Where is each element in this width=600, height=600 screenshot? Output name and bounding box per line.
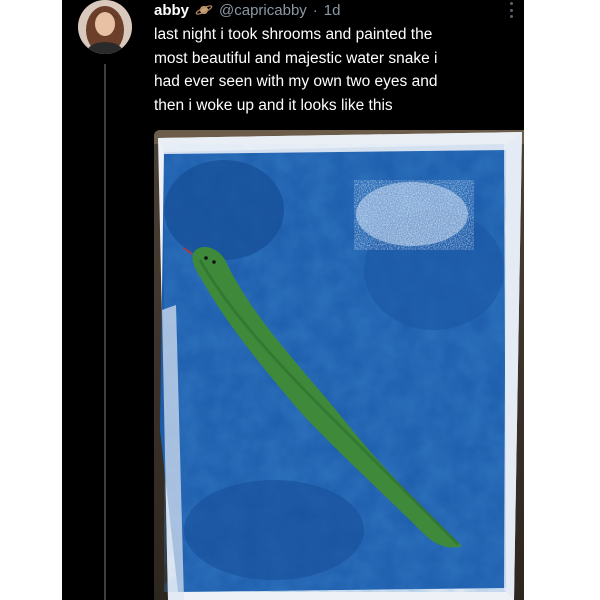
tweet-media-image[interactable] [154, 130, 524, 600]
tweet-card[interactable]: abby @capricabby · 1d last night i took … [62, 0, 524, 600]
tweet-text-line: then i woke up and it looks like this [154, 96, 393, 114]
tweet-text: last night i took shrooms and painted th… [154, 23, 514, 117]
tweet-text-line: last night i took shrooms and painted th… [154, 26, 433, 43]
planet-icon [195, 3, 213, 17]
thread-line [104, 64, 106, 600]
avatar[interactable] [78, 0, 132, 54]
separator-dot: · [312, 1, 318, 19]
profile-photo-icon [78, 0, 132, 54]
painting-photo-icon [154, 130, 524, 600]
screenshot-page: abby @capricabby · 1d last night i took … [0, 0, 600, 600]
tweet-header: abby @capricabby · 1d [154, 0, 340, 20]
user-handle[interactable]: @capricabby [219, 2, 307, 19]
timestamp[interactable]: 1d [324, 2, 341, 19]
more-options-icon[interactable] [508, 2, 514, 18]
tweet-text-line: had ever seen with my own two eyes and [154, 73, 438, 90]
display-name[interactable]: abby [154, 2, 189, 19]
tweet-text-line: most beautiful and majestic water snake … [154, 49, 438, 67]
